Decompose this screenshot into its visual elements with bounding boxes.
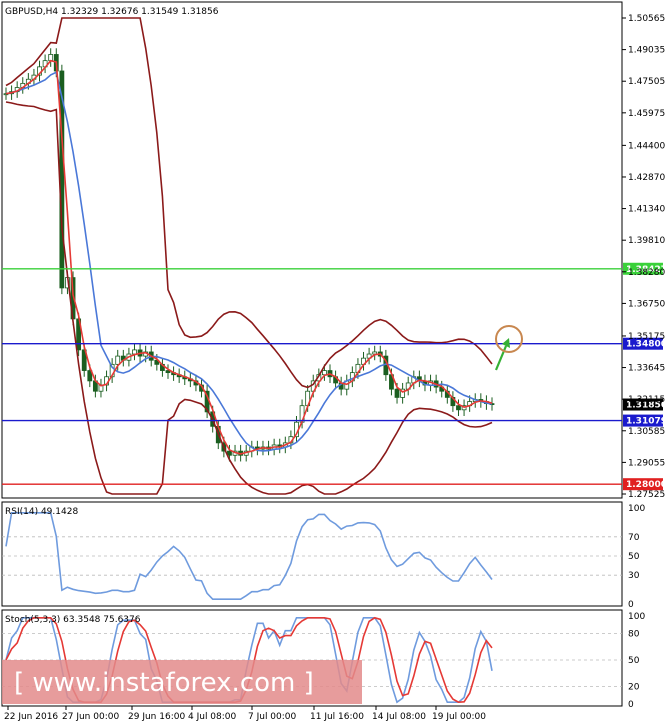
price-tick-label: 1.33645 (628, 364, 665, 374)
price-tick-label: 1.27525 (628, 490, 665, 500)
rsi-title: RSI(14) 49.1428 (5, 507, 78, 517)
stoch-axis-label: 50 (628, 656, 640, 666)
chart-window: 1.38427 1.34800 1.31856 1.31079 1.28000 1.50… (0, 0, 665, 724)
candle-body (394, 388, 400, 398)
price-tick-label: 1.45975 (628, 109, 665, 119)
watermark-text: [ www.instaforex.com ] (14, 668, 314, 698)
rsi-axis-label: 50 (628, 552, 640, 562)
price-tick-label: 1.49035 (628, 46, 665, 56)
candle-body (322, 370, 327, 376)
time-label: 11 Jul 16:00 (310, 712, 364, 722)
candle-body (456, 405, 461, 411)
level-label-blue-lower: 1.31079 (626, 417, 665, 427)
time-label: 22 Jun 2016 (4, 712, 58, 722)
price-tick-label: 1.32115 (628, 395, 665, 405)
price-tick-label: 1.36750 (628, 299, 665, 309)
stoch-axis-label: 100 (628, 612, 645, 622)
rsi-axis-label: 100 (628, 504, 645, 514)
price-tick-label: 1.30585 (628, 427, 665, 437)
candle-body (115, 355, 121, 365)
time-label: 27 Jun 00:00 (62, 712, 119, 722)
rsi-axis-label: 0 (628, 600, 634, 610)
stoch-axis-label: 0 (628, 700, 634, 710)
candle-body (227, 450, 232, 456)
rsi-axis-label: 70 (628, 533, 640, 543)
stoch-title: Stoch(5,3,3) 63.3548 75.6376 (5, 615, 141, 625)
rsi-axis-label: 30 (628, 571, 640, 581)
time-label: 7 Jul 00:00 (248, 712, 297, 722)
stoch-axis-label: 80 (628, 630, 640, 640)
price-tick-label: 1.41340 (628, 205, 665, 215)
time-label: 14 Jul 08:00 (372, 712, 426, 722)
candle-body (48, 54, 54, 62)
price-tick-label: 1.47505 (628, 77, 665, 87)
price-tick-label: 1.38280 (628, 268, 665, 278)
main-title: GBPUSD,H4 1.32329 1.32676 1.31549 1.3185… (5, 7, 219, 17)
level-label-red-support: 1.28000 (626, 480, 665, 490)
price-tick-label: 1.39810 (628, 236, 665, 246)
price-tick-label: 1.44400 (628, 141, 665, 151)
time-label: 29 Jun 16:00 (128, 712, 185, 722)
price-tick-label: 1.29055 (628, 458, 665, 468)
price-tick-label: 1.42870 (628, 173, 665, 183)
rsi-pane-frame (1, 501, 623, 607)
price-tick-label: 1.35175 (628, 332, 665, 342)
time-label: 19 Jul 00:00 (432, 712, 486, 722)
chart-canvas[interactable]: 1.384271.348001.318561.310791.28000 1.50… (0, 0, 665, 724)
price-tick-label: 1.50565 (628, 14, 665, 24)
time-label: 4 Jul 08:00 (188, 712, 237, 722)
candle-body (132, 349, 137, 355)
stoch-axis-label: 20 (628, 682, 640, 692)
